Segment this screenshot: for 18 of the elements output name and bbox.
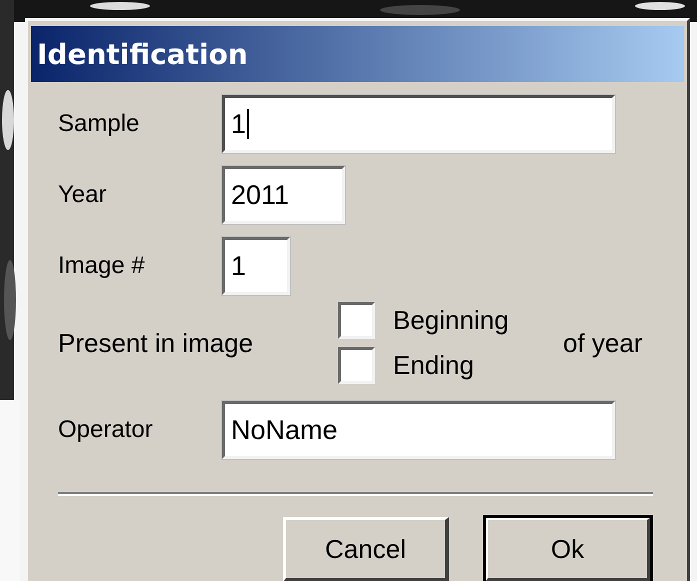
input-field[interactable]: 1 [222, 95, 615, 153]
presence-label: Present in image [58, 328, 254, 358]
field-label: Sample [58, 110, 140, 138]
field-label: Year [58, 181, 108, 209]
dialog-button[interactable]: Ok [485, 517, 651, 581]
checkbox[interactable] [338, 347, 375, 384]
field-label: Image # [58, 252, 146, 280]
checkbox-label: Ending [393, 350, 474, 381]
checkbox-label: Beginning [393, 305, 509, 336]
window-title: Identification [31, 26, 684, 82]
input-field[interactable]: 1 [222, 237, 290, 295]
suffix-label: of year [563, 328, 642, 358]
text-caret [247, 109, 250, 139]
input-field[interactable]: 2011 [222, 166, 345, 224]
field-label: Operator [58, 416, 154, 444]
dialog-button[interactable]: Cancel [283, 517, 449, 581]
input-field[interactable]: NoName [222, 401, 615, 459]
checkbox[interactable] [338, 302, 375, 339]
